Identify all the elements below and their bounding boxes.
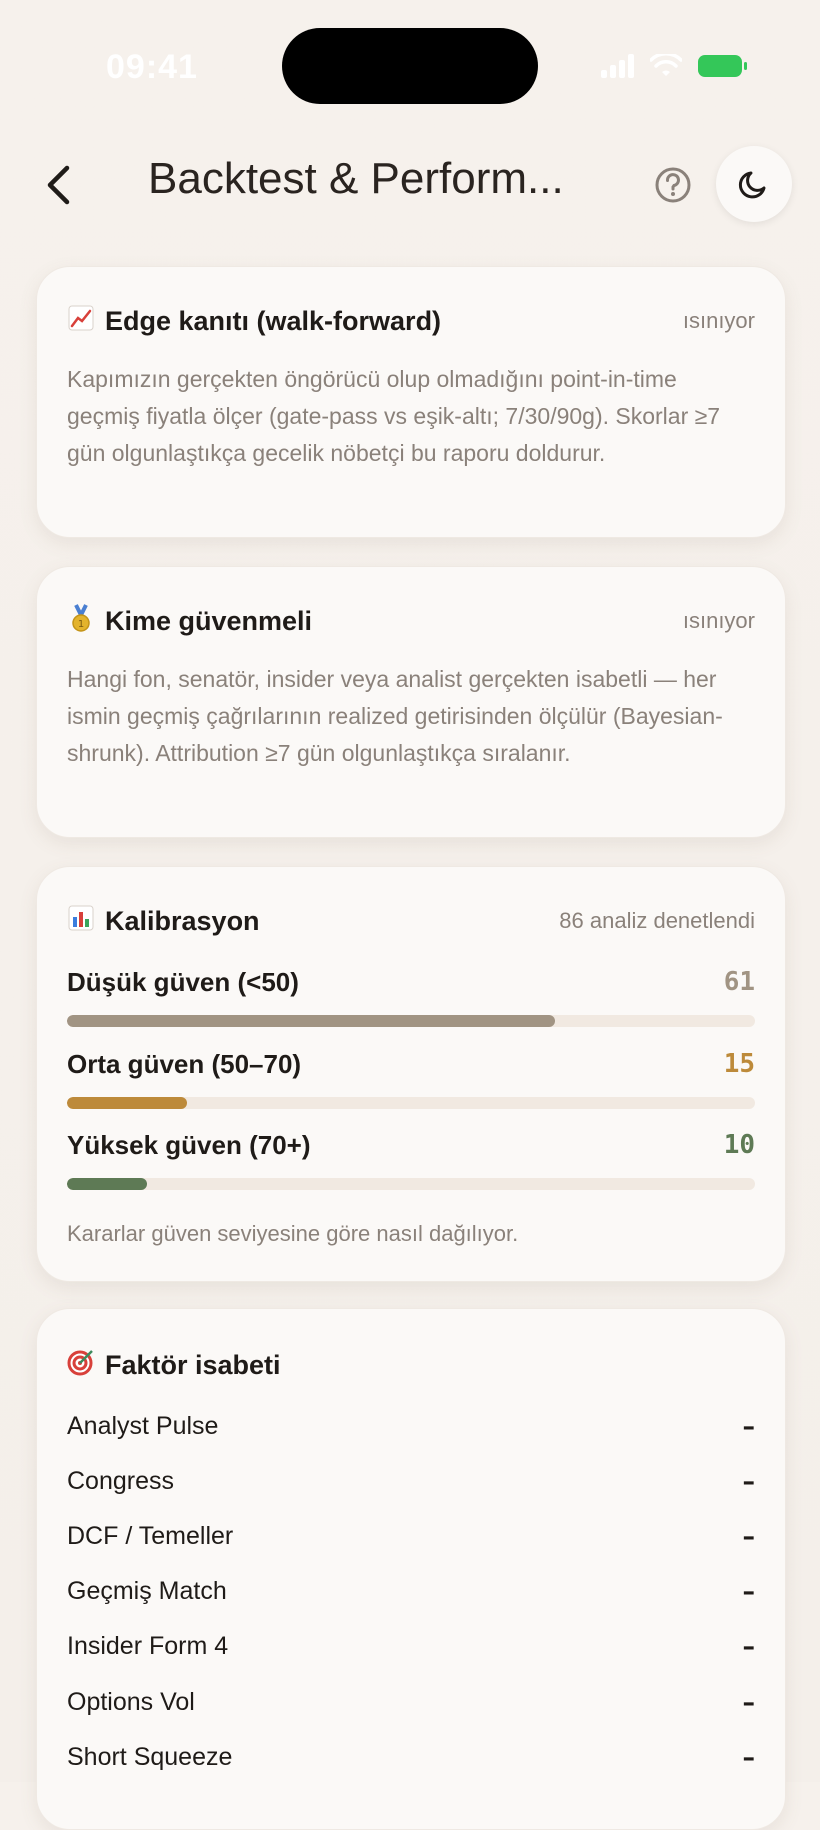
edge-card-status: ısınıyor: [682, 308, 755, 333]
status-time: 09:41: [106, 48, 198, 86]
nav-bar: Backtest & Perform...: [0, 140, 820, 230]
calibration-bar-track: [67, 1015, 755, 1027]
trust-card: 1 Kime güvenmeli ısınıyor Hangi fon, sen…: [36, 566, 786, 838]
chart-up-icon: [67, 304, 105, 339]
factor-value: –: [742, 1467, 756, 1496]
trust-card-description: Hangi fon, senatör, insider veya analist…: [67, 666, 723, 766]
calibration-row-high: Yüksek güven (70+) 10: [67, 1130, 755, 1190]
chevron-left-icon: [47, 165, 70, 205]
factor-card-title: Faktör isabeti: [105, 1349, 281, 1380]
factor-value: –: [742, 1632, 756, 1661]
trust-card-header: 1 Kime güvenmeli ısınıyor: [67, 601, 755, 641]
factor-name: Congress: [67, 1467, 174, 1495]
wifi-icon: [650, 54, 682, 76]
calibration-card: Kalibrasyon 86 analiz denetlendi Düşük g…: [36, 866, 786, 1282]
dynamic-island: [282, 28, 538, 104]
calibration-bar-fill: [67, 1097, 187, 1109]
edge-card-title: Edge kanıtı (walk-forward): [105, 305, 442, 336]
status-bar: 09:41: [0, 0, 820, 130]
calibration-audit-count: 86 analiz denetlendi: [559, 908, 755, 933]
calibration-row-label: Orta güven (50–70): [67, 1049, 302, 1079]
svg-text:1: 1: [78, 619, 84, 630]
factor-value: –: [742, 1688, 756, 1717]
factor-card: Faktör isabeti Analyst Pulse – Congress …: [36, 1308, 786, 1830]
battery-icon: [698, 55, 747, 77]
edge-card-description: Kapımızın gerçekten öngörücü olup olmadı…: [67, 366, 721, 466]
cellular-signal-icon: [601, 54, 634, 78]
factor-row: Short Squeeze –: [67, 1743, 755, 1783]
trust-card-title: Kime güvenmeli: [105, 605, 313, 636]
factor-name: Options Vol: [67, 1688, 195, 1716]
page-title: Backtest & Perform...: [148, 154, 564, 203]
calibration-row-low: Düşük güven (<50) 61: [67, 967, 755, 1027]
calibration-row-label: Yüksek güven (70+): [67, 1130, 311, 1160]
factor-card-header: Faktör isabeti: [67, 1345, 755, 1385]
calibration-row-value: 61: [723, 967, 755, 997]
target-icon: [67, 1348, 105, 1383]
factor-row: DCF / Temeller –: [67, 1522, 755, 1562]
calibration-card-title: Kalibrasyon: [105, 905, 260, 936]
calibration-bar-fill: [67, 1178, 147, 1190]
calibration-bar-track: [67, 1178, 755, 1190]
edge-card: Edge kanıtı (walk-forward) ısınıyor Kapı…: [36, 266, 786, 538]
help-button[interactable]: [652, 164, 694, 206]
edge-card-header: Edge kanıtı (walk-forward) ısınıyor: [67, 301, 755, 341]
factor-row: Geçmiş Match –: [67, 1577, 755, 1617]
calibration-card-header: Kalibrasyon 86 analiz denetlendi: [67, 901, 755, 941]
calibration-row-label: Düşük güven (<50): [67, 967, 299, 997]
calibration-bar-track: [67, 1097, 755, 1109]
calibration-row-value: 15: [723, 1049, 755, 1079]
factor-value: –: [742, 1522, 756, 1551]
back-button[interactable]: [36, 160, 80, 210]
question-circle-icon: [655, 167, 691, 203]
calibration-note: Kararlar güven seviyesine göre nasıl dağ…: [67, 1221, 519, 1246]
factor-name: DCF / Temeller: [67, 1522, 234, 1550]
moon-icon: [738, 171, 766, 199]
factor-value: –: [742, 1577, 756, 1606]
trust-card-status: ısınıyor: [682, 608, 755, 633]
calibration-bar-fill: [67, 1015, 555, 1027]
bar-chart-icon: [67, 904, 105, 939]
factor-value: –: [742, 1412, 756, 1441]
factor-name: Geçmiş Match: [67, 1577, 227, 1605]
theme-toggle-button[interactable]: [716, 146, 792, 222]
calibration-row-value: 10: [723, 1130, 755, 1160]
medal-icon: 1: [67, 603, 105, 640]
factor-name: Analyst Pulse: [67, 1412, 219, 1440]
factor-row: Options Vol –: [67, 1688, 755, 1728]
status-icons: [601, 54, 747, 78]
factor-row: Congress –: [67, 1467, 755, 1507]
factor-value: –: [742, 1743, 756, 1772]
factor-name: Short Squeeze: [67, 1743, 233, 1771]
factor-row: Insider Form 4 –: [67, 1632, 755, 1672]
factor-name: Insider Form 4: [67, 1632, 229, 1660]
calibration-row-mid: Orta güven (50–70) 15: [67, 1049, 755, 1109]
factor-row: Analyst Pulse –: [67, 1412, 755, 1452]
